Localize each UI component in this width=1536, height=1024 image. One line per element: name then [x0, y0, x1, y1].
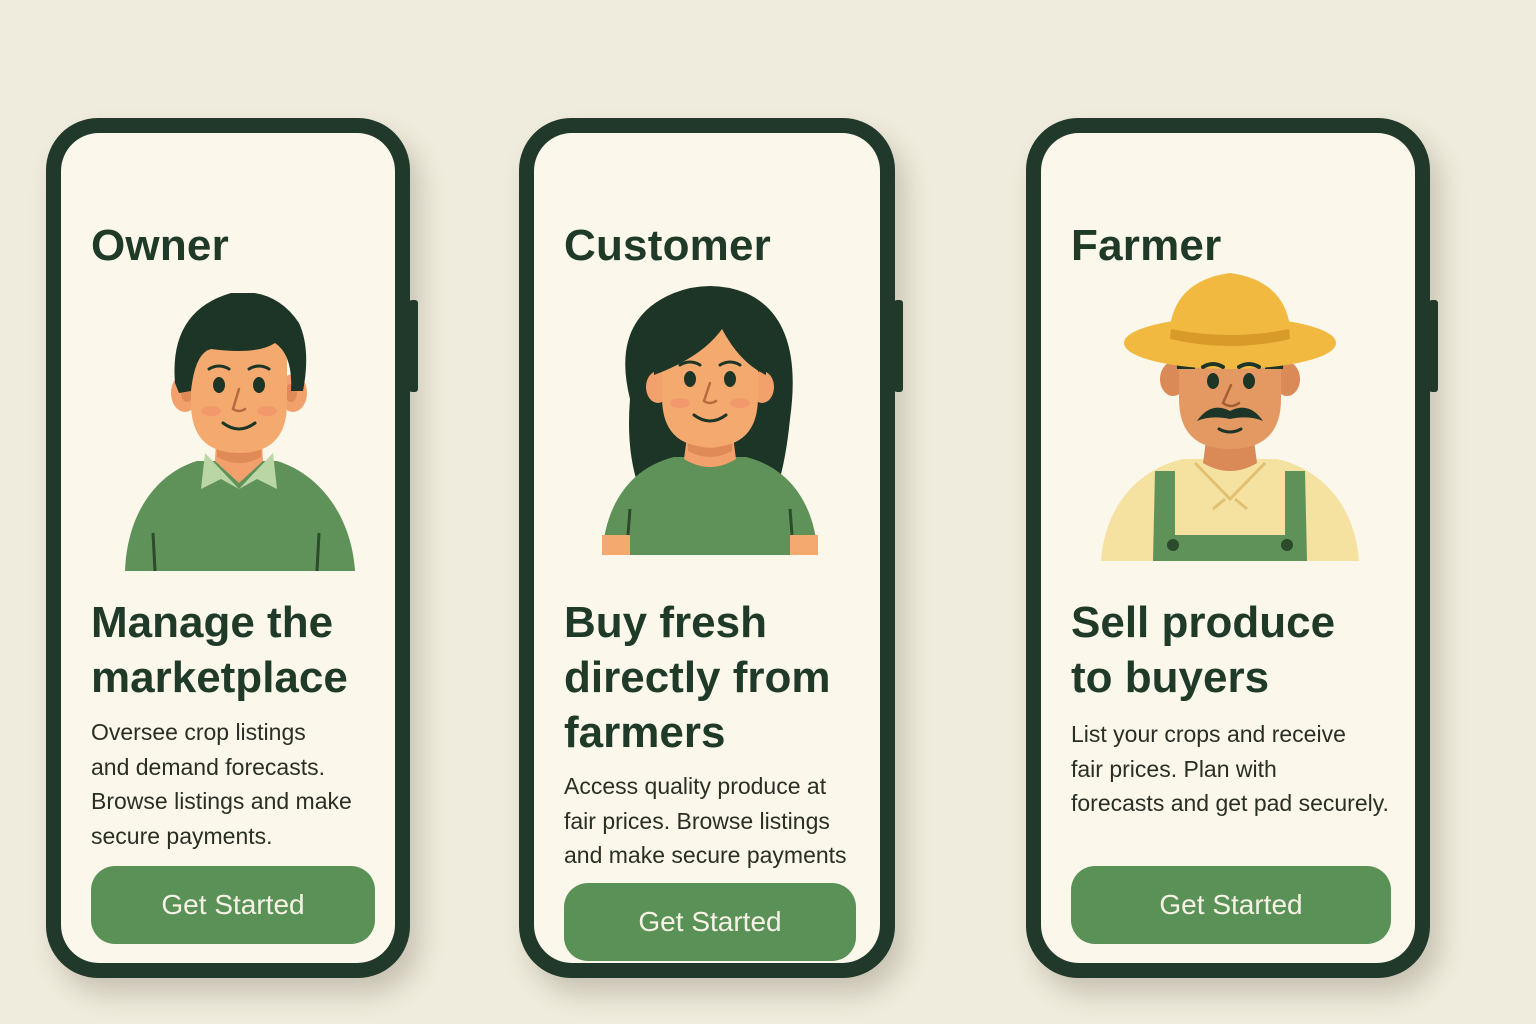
farmer-avatar-icon	[1101, 273, 1359, 561]
get-started-button[interactable]: Get Started	[1071, 866, 1391, 944]
customer-phone-card: Customer Buy fresh directly from farmers…	[519, 118, 903, 978]
role-title: Farmer	[1071, 221, 1222, 270]
farmer-phone-card: Farmer Sell produce to buyers List your …	[1026, 118, 1438, 978]
phone-side-button	[1429, 300, 1438, 392]
owner-avatar-icon	[125, 293, 355, 572]
card-headline: Sell produce to buyers	[1071, 598, 1336, 702]
card-headline: Buy fresh directly from farmers	[564, 598, 831, 757]
get-started-button[interactable]: Get Started	[91, 866, 375, 944]
card-description: Access quality produce at fair prices. B…	[564, 773, 847, 868]
card-description: List your crops and receive fair prices.…	[1071, 721, 1389, 816]
phone-screen: Owner Manage the marketplace Oversee cro…	[61, 133, 395, 963]
phone-side-button	[409, 300, 418, 392]
role-title: Owner	[91, 221, 229, 270]
customer-avatar-icon	[602, 286, 818, 555]
phone-screen: Farmer Sell produce to buyers List your …	[1041, 133, 1415, 963]
card-description: Oversee crop listings and demand forecas…	[91, 719, 352, 849]
get-started-button[interactable]: Get Started	[564, 883, 856, 961]
phone-screen: Customer Buy fresh directly from farmers…	[534, 133, 880, 963]
phone-side-button	[894, 300, 903, 392]
card-headline: Manage the marketplace	[91, 598, 348, 702]
owner-phone-card: Owner Manage the marketplace Oversee cro…	[46, 118, 418, 978]
role-title: Customer	[564, 221, 771, 270]
